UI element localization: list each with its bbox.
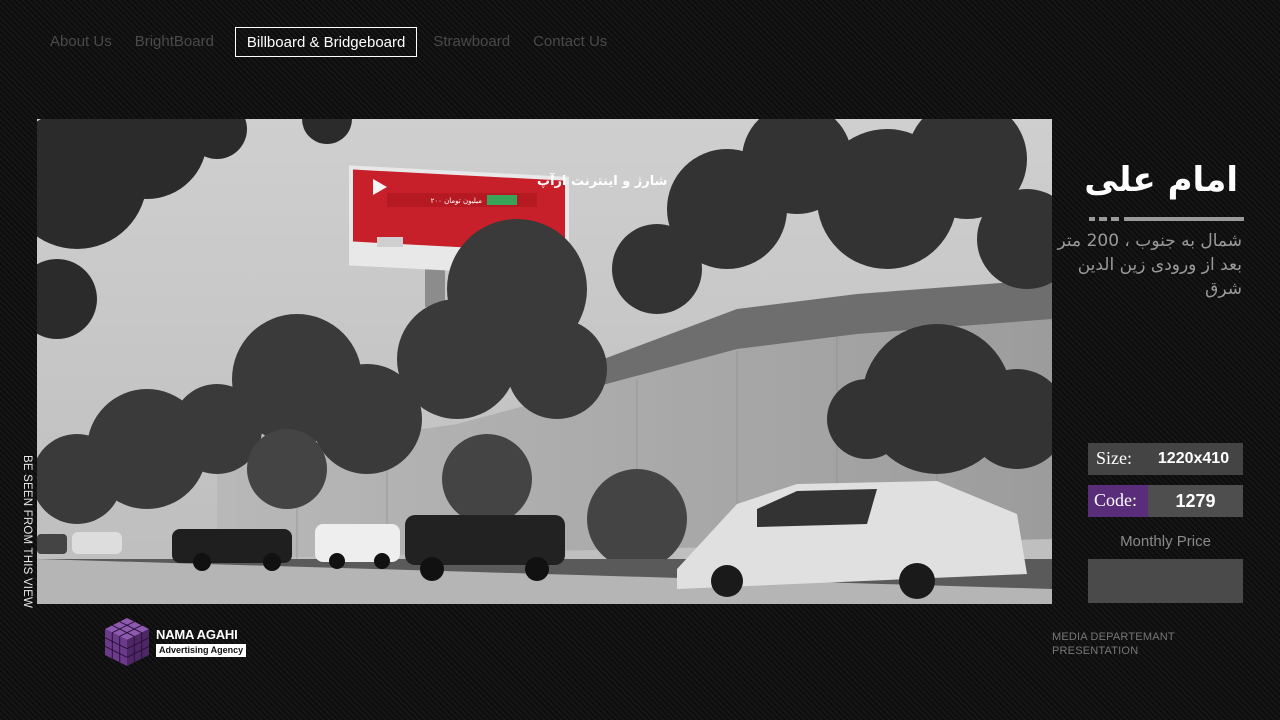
title-rule <box>1124 217 1244 221</box>
footer-line-2: PRESENTATION <box>1052 645 1139 657</box>
footer-line-1: MEDIA DEPARTEMANT <box>1052 631 1175 643</box>
logo-text: NAMA AGAHI Advertising Agency <box>156 626 247 657</box>
billboard-scene: با خرید شارژ و اینترنت ازآپ ۲۰۰ میلیون ت… <box>37 119 1052 604</box>
size-spec: Size: 1220x410 <box>1088 443 1243 475</box>
location-title: امام علی <box>1084 160 1238 200</box>
title-rule-dot <box>1089 217 1095 221</box>
footer-department: MEDIA DEPARTEMANT PRESENTATION <box>1052 630 1175 658</box>
size-label: Size: <box>1088 443 1144 475</box>
nav-billboard-bridgeboard[interactable]: Billboard & Bridgeboard <box>234 27 418 57</box>
nav-about-us[interactable]: About Us <box>40 27 122 57</box>
nav-brightboard[interactable]: BrightBoard <box>125 27 224 57</box>
billboard-location-photo: با خرید شارژ و اینترنت ازآپ ۲۰۰ میلیون ت… <box>37 119 1052 604</box>
code-value: 1279 <box>1148 485 1243 517</box>
logo-tagline: Advertising Agency <box>156 643 247 657</box>
size-value: 1220x410 <box>1144 443 1243 475</box>
title-rule-dot <box>1099 217 1107 221</box>
monthly-price-label: Monthly Price <box>1120 533 1211 550</box>
monthly-price-value <box>1088 559 1243 603</box>
main-nav: About Us BrightBoard Billboard & Bridgeb… <box>40 27 620 57</box>
location-description: شمال به جنوب ، 200 متر بعد از ورودی زین … <box>1057 231 1243 299</box>
logo-name: NAMA AGAHI <box>156 626 238 642</box>
company-logo[interactable]: NAMA AGAHI Advertising Agency <box>103 616 247 668</box>
nav-strawboard[interactable]: Strawboard <box>423 27 520 57</box>
vertical-caption: BE SEEN FROM THIS VIEW <box>21 455 33 609</box>
cube-logo-icon <box>104 618 150 666</box>
code-spec: Code: 1279 <box>1088 485 1243 517</box>
code-label: Code: <box>1088 485 1148 517</box>
title-rule-dot <box>1111 217 1119 221</box>
nav-contact-us[interactable]: Contact Us <box>523 27 617 57</box>
billboard-subline: ۲۰۰ میلیون تومان <box>431 197 483 205</box>
